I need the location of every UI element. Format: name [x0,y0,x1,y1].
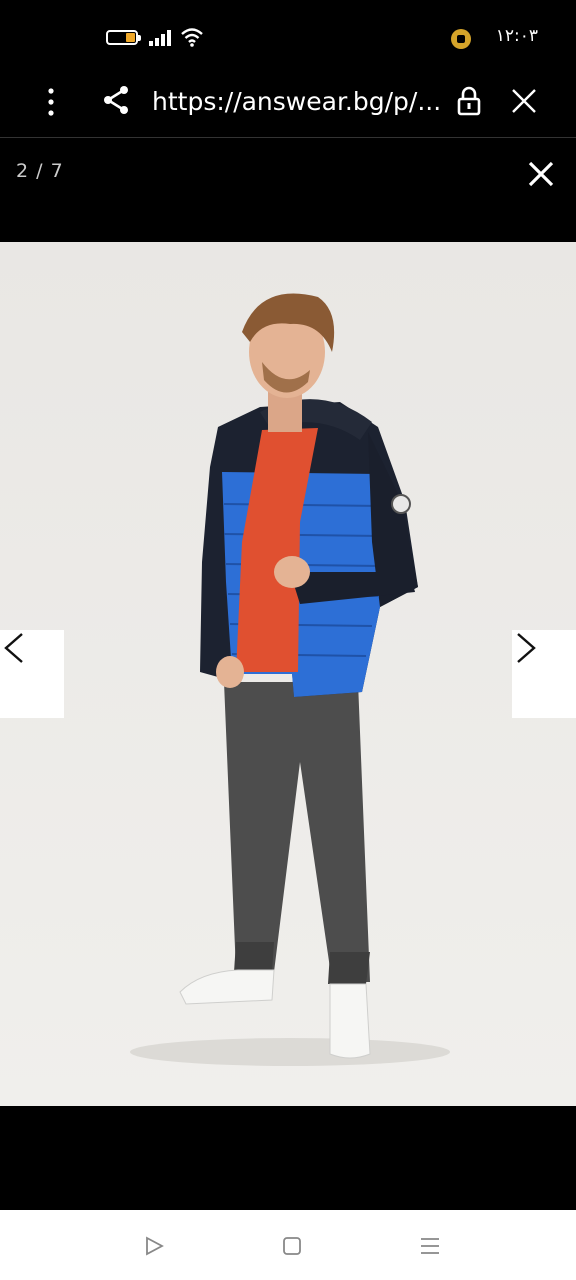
lock-icon[interactable] [456,86,482,116]
gallery-header: 2 / 7 [0,138,576,242]
system-navigation-bar [0,1210,576,1280]
next-image-button[interactable] [512,630,576,718]
url-bar[interactable]: https://answear.bg/p/... [152,82,442,122]
browser-toolbar: https://answear.bg/p/... [0,72,576,138]
previous-image-button[interactable] [0,630,64,718]
back-triangle-icon[interactable] [142,1234,166,1258]
model-illustration [130,293,450,1066]
battery-icon [106,30,141,45]
page-counter: 2 / 7 [16,160,64,182]
chevron-left-icon [4,633,23,663]
wifi-icon [181,28,203,47]
clock: ۱۲:۰۳ [495,26,538,46]
notification-icon [451,29,471,49]
gallery-close-icon[interactable] [527,160,555,188]
gallery-footer [0,1106,576,1210]
close-icon[interactable] [510,87,538,115]
share-icon[interactable] [102,84,130,116]
status-bar: ۱۲:۰۳ [0,0,576,72]
chevron-right-icon [517,633,536,663]
signal-icon [149,30,171,46]
product-photo [0,242,576,1106]
home-square-icon[interactable] [280,1234,304,1258]
recents-menu-icon[interactable] [418,1234,442,1258]
menu-dots-icon[interactable] [40,86,62,118]
